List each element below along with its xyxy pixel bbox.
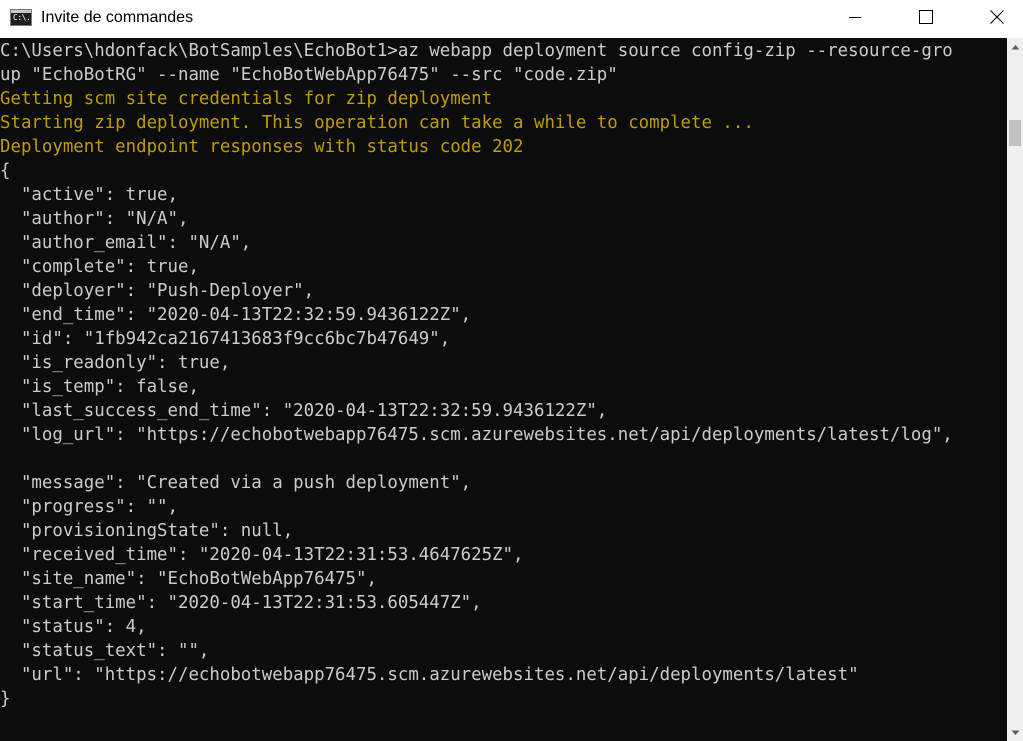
scroll-up-button[interactable] (1007, 38, 1023, 55)
console-line: "last_success_end_time": "2020-04-13T22:… (0, 401, 608, 421)
console-line: "active": true, (0, 185, 178, 205)
console-line: "progress": "", (0, 497, 178, 517)
console-line: Getting scm site credentials for zip dep… (0, 89, 493, 109)
scroll-thumb[interactable] (1009, 120, 1021, 146)
command-prompt-window: C:\. Invite de commandes C:\Users\hdonfa… (0, 0, 1023, 741)
scroll-down-button[interactable] (1007, 724, 1023, 741)
console-line: "site_name": "EchoBotWebApp76475", (0, 569, 377, 589)
console-line: Starting zip deployment. This operation … (0, 113, 754, 133)
console-line: C:\Users\hdonfack\BotSamples\EchoBot1>az… (0, 41, 953, 61)
console-line: "deployer": "Push-Deployer", (0, 281, 315, 301)
icon-glyph: C:\. (13, 13, 31, 22)
console-line: "is_temp": false, (0, 377, 199, 397)
console-line: "status": 4, (0, 617, 147, 637)
minimize-button[interactable] (832, 0, 878, 34)
console-line: "received_time": "2020-04-13T22:31:53.46… (0, 545, 524, 565)
close-icon (990, 10, 1004, 24)
vertical-scrollbar[interactable] (1007, 38, 1023, 741)
minimize-icon (849, 17, 861, 18)
console-line: Deployment endpoint responses with statu… (0, 137, 524, 157)
close-button[interactable] (974, 0, 1020, 34)
maximize-icon (919, 10, 933, 24)
console-line: "id": "1fb942ca2167413683f9cc6bc7b47649"… (0, 329, 451, 349)
console-line: "start_time": "2020-04-13T22:31:53.60544… (0, 593, 482, 613)
console-line: "message": "Created via a push deploymen… (0, 473, 472, 493)
console-line: "complete": true, (0, 257, 199, 277)
window-title: Invite de commandes (41, 9, 194, 26)
console-line: up "EchoBotRG" --name "EchoBotWebApp7647… (0, 65, 618, 85)
maximize-button[interactable] (903, 0, 949, 34)
console-line: "author": "N/A", (0, 209, 189, 229)
title-bar[interactable]: C:\. Invite de commandes (0, 0, 1023, 38)
console-line: "provisioningState": null, (0, 521, 294, 541)
console-line: "end_time": "2020-04-13T22:32:59.9436122… (0, 305, 472, 325)
arrow-up-icon (1011, 44, 1019, 49)
console-line: "status_text": "", (0, 641, 210, 661)
console-line: "url": "https://echobotwebapp76475.scm.a… (0, 665, 859, 685)
arrow-down-icon (1011, 730, 1019, 735)
console-line: "author_email": "N/A", (0, 233, 252, 253)
command-prompt-icon[interactable]: C:\. (10, 9, 32, 26)
console-line: } (0, 689, 11, 709)
console-output[interactable]: C:\Users\hdonfack\BotSamples\EchoBot1>az… (0, 38, 1007, 741)
console-line: { (0, 161, 11, 181)
console-line: "is_readonly": true, (0, 353, 231, 373)
console-line: "log_url": "https://echobotwebapp76475.s… (0, 425, 953, 445)
